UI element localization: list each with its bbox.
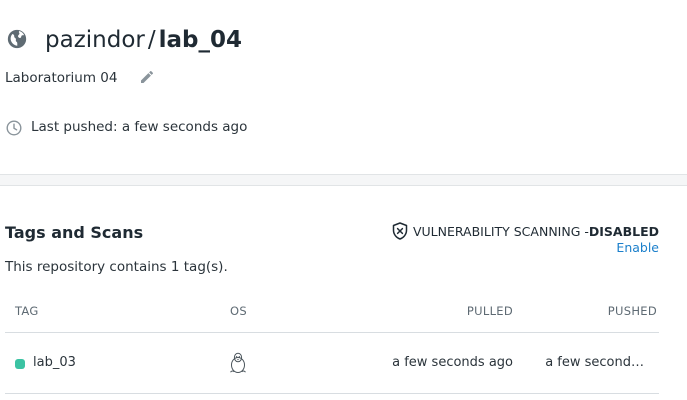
globe-icon [7,29,27,49]
edit-pencil-icon[interactable] [139,69,155,85]
clock-icon [6,120,22,136]
table-header: TAG OS PULLED PUSHED [5,294,659,333]
linux-icon [230,352,246,373]
enable-scanning-link[interactable]: Enable [616,240,659,255]
repo-title: pazindor / lab_04 [45,24,242,56]
shield-x-icon [392,222,408,240]
section-title: Tags and Scans [5,223,144,242]
tag-pulled: a few seconds ago [392,355,513,370]
tag-name[interactable]: lab_03 [33,355,76,370]
column-header-pulled[interactable]: PULLED [467,304,513,318]
vulnerability-label: VULNERABILITY SCANNING - [412,223,589,239]
section-divider [0,174,687,186]
column-header-os[interactable]: OS [230,304,247,318]
column-header-pushed[interactable]: PUSHED [608,304,657,318]
tags-table: TAG OS PULLED PUSHED lab_03 a few second… [5,294,659,394]
repo-header: pazindor / lab_04 Laboratorium 04 Last pus… [0,0,687,174]
repo-name: lab_04 [158,27,242,53]
repo-description: Laboratorium 04 [5,70,118,86]
tag-status-dot [15,359,25,369]
vulnerability-status: DISABLED [588,223,659,239]
last-pushed-text: Last pushed: a few seconds ago [31,119,248,135]
column-header-tag[interactable]: TAG [15,304,39,318]
tag-count-text: This repository contains 1 tag(s). [5,259,228,275]
repo-separator: / [147,27,156,53]
vulnerability-scanning-status: VULNERABILITY SCANNING - DISABLED [392,222,659,240]
tag-pushed: a few second… [545,355,644,370]
repo-namespace[interactable]: pazindor [45,27,145,53]
tags-and-scans-section: Tags and Scans This repository contains … [0,186,687,400]
table-row[interactable]: lab_03 a few seconds ago a few second… [5,333,659,394]
